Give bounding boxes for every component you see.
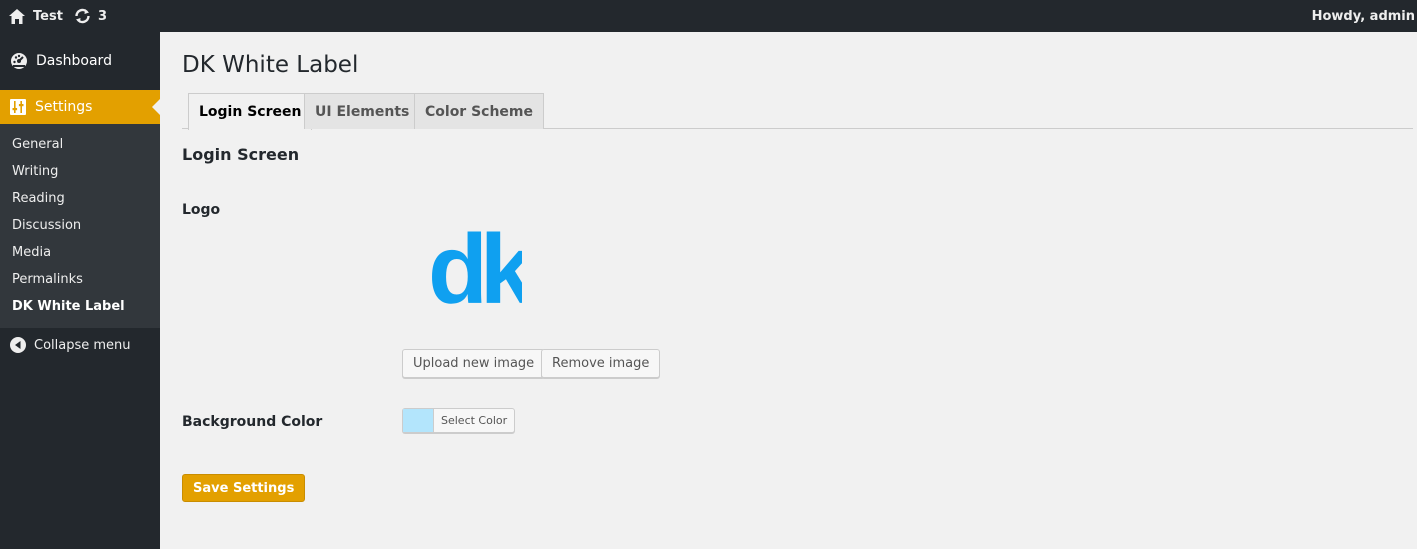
- section-title: Login Screen: [182, 145, 300, 164]
- submenu-permalinks[interactable]: Permalinks: [0, 266, 160, 293]
- site-name: Test: [33, 8, 63, 24]
- save-settings-button[interactable]: Save Settings: [182, 474, 306, 502]
- dashboard-gauge-icon: [11, 53, 27, 69]
- page-title: DK White Label: [182, 52, 359, 78]
- settings-sliders-icon: [10, 99, 26, 115]
- submenu-media[interactable]: Media: [0, 239, 160, 266]
- tab-ui-elements[interactable]: UI Elements: [304, 93, 421, 129]
- refresh-icon: [75, 8, 90, 24]
- menu-settings-label: Settings: [35, 99, 93, 115]
- collapse-menu-label: Collapse menu: [34, 337, 131, 353]
- background-color-label: Background Color: [182, 414, 323, 430]
- settings-submenu: General Writing Reading Discussion Media…: [0, 124, 160, 328]
- howdy-text: Howdy, admin: [1311, 8, 1415, 24]
- color-swatch: [403, 409, 434, 432]
- menu-dashboard[interactable]: Dashboard: [0, 32, 160, 90]
- remove-image-button[interactable]: Remove image: [541, 349, 661, 378]
- menu-dashboard-label: Dashboard: [36, 53, 112, 69]
- nav-tabs: Login Screen UI Elements Color Scheme: [182, 93, 1413, 130]
- submenu-general[interactable]: General: [0, 131, 160, 158]
- home-icon: [9, 8, 25, 24]
- dk-logo-image: dk: [428, 214, 543, 324]
- site-home-link[interactable]: Test: [9, 0, 63, 32]
- dk-logo-text: dk: [428, 225, 522, 315]
- upload-image-button[interactable]: Upload new image: [402, 349, 546, 378]
- color-picker-button[interactable]: Select Color: [402, 408, 516, 433]
- updates-count: 3: [98, 8, 108, 24]
- collapse-arrow-icon: [10, 337, 26, 353]
- collapse-menu-button[interactable]: Collapse menu: [0, 328, 160, 362]
- submenu-dk-white-label[interactable]: DK White Label: [0, 293, 160, 320]
- account-menu[interactable]: Howdy, admin: [1312, 0, 1417, 32]
- submenu-writing[interactable]: Writing: [0, 158, 160, 185]
- updates-link[interactable]: 3: [74, 0, 107, 32]
- tab-login-screen[interactable]: Login Screen: [188, 93, 313, 130]
- menu-settings[interactable]: Settings: [0, 90, 160, 124]
- current-menu-arrow: [152, 99, 160, 115]
- admin-bar: Test 3 Howdy, admin: [0, 0, 1417, 32]
- logo-label: Logo: [182, 202, 221, 218]
- admin-sidebar: Dashboard Settings General Writing Readi…: [0, 32, 160, 549]
- submenu-reading[interactable]: Reading: [0, 185, 160, 212]
- submenu-discussion[interactable]: Discussion: [0, 212, 160, 239]
- logo-preview: dk: [428, 214, 543, 324]
- select-color-label: Select Color: [441, 414, 508, 427]
- tab-color-scheme[interactable]: Color Scheme: [414, 93, 545, 129]
